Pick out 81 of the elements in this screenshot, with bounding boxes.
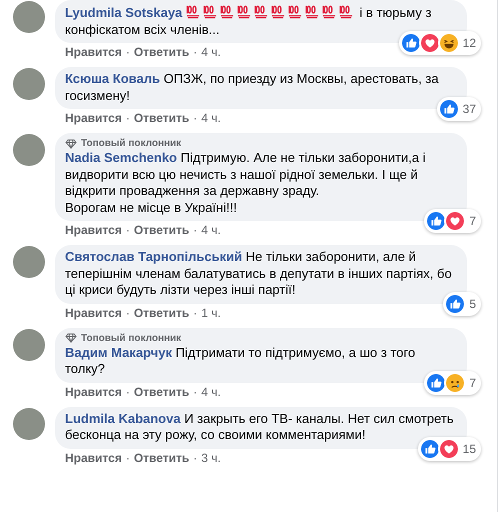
reaction-count: 7: [469, 374, 476, 392]
separator-dot: ·: [126, 223, 130, 238]
like-reaction-icon: [444, 292, 466, 314]
timestamp[interactable]: 3 ч.: [201, 450, 221, 466]
like-link[interactable]: Нравится: [65, 45, 122, 60]
separator-dot: ·: [126, 384, 130, 400]
timestamp[interactable]: 4 ч.: [201, 45, 221, 60]
like-link[interactable]: Нравится: [65, 450, 122, 466]
separator-dot: ·: [193, 306, 198, 320]
crying-face-icon: [444, 372, 466, 394]
hundred-points-emoji-icon: [254, 4, 269, 19]
like-link[interactable]: Нравится: [65, 111, 122, 126]
author-link[interactable]: Ксюша Коваль: [65, 71, 160, 86]
top-fan-label: Топовый поклонник: [81, 332, 182, 346]
reply-link[interactable]: Ответить: [134, 45, 190, 60]
timestamp[interactable]: 4 ч.: [201, 111, 221, 126]
like-link[interactable]: Нравится: [65, 306, 122, 320]
like-reaction-icon: [400, 32, 422, 54]
hundred-points-emoji-icon: [186, 4, 201, 19]
timestamp[interactable]: 4 ч.: [201, 223, 221, 238]
avatar[interactable]: [13, 408, 45, 440]
heart-reaction-icon: [444, 210, 466, 232]
author-link[interactable]: Lyudmila Sotskaya: [65, 5, 182, 20]
author-link[interactable]: Святослав Тарнопільський: [65, 249, 242, 264]
avatar[interactable]: [13, 246, 45, 278]
like-link[interactable]: Нравится: [65, 384, 122, 400]
separator-dot: ·: [193, 450, 198, 466]
separator-dot: ·: [126, 111, 130, 126]
reaction-count: 5: [469, 296, 476, 312]
reactions-badge[interactable]: 7: [424, 370, 481, 394]
comment-text: Nadia Semchenko Підтримую. Але не тільки заборонити,а і видворити всю цю нечисть з нашої рідної земельки. І ще й відкрити провадження за державну зраду. Ворогам не місце в Україні!!!: [65, 150, 427, 216]
reaction-count: 12: [462, 35, 476, 52]
like-link[interactable]: Нравится: [65, 223, 122, 238]
diamond-icon: [65, 333, 77, 343]
avatar[interactable]: [13, 68, 45, 100]
like-reaction-icon: [438, 98, 460, 120]
reactions-badge[interactable]: 5: [443, 292, 481, 316]
separator-dot: ·: [126, 306, 130, 320]
reactions-badge[interactable]: 7: [424, 209, 481, 233]
timestamp[interactable]: 4 ч.: [201, 384, 221, 400]
reply-link[interactable]: Ответить: [134, 223, 190, 238]
reaction-count: 7: [469, 213, 476, 230]
heart-reaction-icon: [438, 438, 460, 460]
author-link[interactable]: Ludmila Kabanova: [65, 410, 181, 426]
reply-link[interactable]: Ответить: [134, 306, 190, 320]
hundred-points-emoji-icon: [202, 4, 218, 19]
separator-dot: ·: [193, 223, 198, 238]
hundred-points-emoji-icon: [322, 4, 337, 19]
hundred-points-emoji-icon: [304, 4, 320, 19]
reply-link[interactable]: Ответить: [134, 111, 190, 126]
separator-dot: ·: [193, 111, 198, 126]
hundred-points-emoji-icon: [288, 4, 303, 19]
avatar[interactable]: [13, 134, 45, 166]
timestamp[interactable]: 1 ч.: [201, 306, 221, 320]
avatar[interactable]: [13, 328, 45, 360]
like-reaction-icon: [425, 372, 448, 394]
diamond-icon: [65, 138, 77, 148]
hundred-points-emoji-icon: [338, 4, 354, 19]
reactions-badge[interactable]: 12: [398, 31, 481, 55]
hundred-points-emoji-icon: [236, 4, 252, 19]
author-link[interactable]: Вадим Макарчук: [65, 344, 172, 360]
reactions-badge[interactable]: 37: [436, 97, 481, 121]
reply-link[interactable]: Ответить: [134, 450, 190, 466]
comment-text: Вадим Макарчук Підтримати то підтримуємо, а шо з того толку?: [65, 344, 416, 378]
avatar[interactable]: [13, 1, 45, 33]
separator-dot: ·: [193, 384, 198, 400]
separator-dot: ·: [193, 45, 198, 60]
reply-link[interactable]: Ответить: [134, 384, 190, 400]
hundred-points-emoji-icon: [270, 4, 286, 19]
top-fan-label: Топовый поклонник: [81, 137, 182, 151]
laughing-face-icon: [438, 32, 460, 54]
reactions-badge[interactable]: 15: [418, 436, 481, 460]
reaction-count: 15: [462, 440, 476, 458]
hundred-points-emoji-icon: [220, 4, 235, 19]
separator-dot: ·: [126, 45, 130, 60]
like-reaction-icon: [425, 210, 448, 232]
like-reaction-icon: [418, 438, 441, 460]
separator-dot: ·: [126, 450, 130, 466]
reaction-count: 37: [462, 101, 476, 118]
author-link[interactable]: Nadia Semchenko: [65, 150, 177, 165]
heart-reaction-icon: [418, 32, 441, 54]
